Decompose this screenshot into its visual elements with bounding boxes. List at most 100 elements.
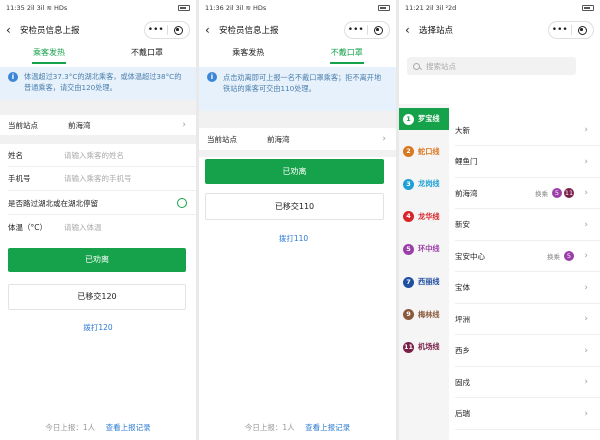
chevron-right-icon: › <box>584 188 588 198</box>
tab-bar: 乘客发热 不戴口罩 <box>0 44 196 64</box>
station-row[interactable]: 宝安中心 换乘 5 › <box>449 244 600 268</box>
back-chevron-icon[interactable]: ‹ <box>0 23 20 37</box>
line-name: 罗宝线 <box>418 114 440 123</box>
row-divider <box>8 214 196 215</box>
view-records-link[interactable]: 查看上报记录 <box>106 423 151 432</box>
chevron-right-icon: › <box>584 408 588 419</box>
line-item[interactable]: 3 龙岗线 <box>399 173 449 195</box>
station-row[interactable]: 鲤鱼门 › <box>449 150 600 174</box>
view-records-link[interactable]: 查看上报记录 <box>305 423 350 432</box>
chevron-right-icon: › <box>584 156 588 167</box>
transfer-info: 换乘 5 11 <box>535 188 574 198</box>
line-name: 龙华线 <box>418 211 440 221</box>
station-row[interactable]: 前海湾 换乘 5 11 › <box>449 181 600 205</box>
station-row[interactable]: 坪洲 › <box>449 307 600 331</box>
station-row[interactable]: 固戍 › <box>449 370 600 394</box>
close-capsule-icon[interactable] <box>572 25 594 35</box>
transfer-line-badge: 5 <box>552 188 562 198</box>
chevron-right-icon: › <box>584 125 588 135</box>
status-time: 11:35 <box>6 4 25 12</box>
report-footer: 今日上报：1人 查看上报记录 <box>0 422 196 433</box>
row-divider <box>455 176 600 178</box>
name-input[interactable]: 请输入乘客的姓名 <box>64 150 124 161</box>
station-name: 宝体 <box>455 283 470 292</box>
battery-icon <box>178 5 190 11</box>
transfer-line-badge: 11 <box>564 188 574 198</box>
hubei-label: 是否路过湖北或在湖北停留 <box>8 198 98 208</box>
nav-bar: ‹ 安检员信息上报 ••• <box>0 17 196 43</box>
line-item[interactable]: 7 西丽线 <box>399 271 449 293</box>
more-dots-icon[interactable]: ••• <box>345 25 367 35</box>
temperature-label: 体温（°C） <box>8 222 47 232</box>
call-120-link[interactable]: 拨打120 <box>0 322 196 333</box>
station-row[interactable]: 后瑞 › <box>449 402 600 426</box>
transfer-label: 换乘 <box>547 253 560 261</box>
line-number-badge: 1 <box>403 113 414 125</box>
more-dots-icon[interactable]: ••• <box>145 25 167 35</box>
back-chevron-icon[interactable]: ‹ <box>199 23 219 37</box>
leave-button[interactable]: 已劝离 <box>8 248 186 272</box>
line-name: 龙岗线 <box>418 179 440 189</box>
station-row[interactable]: 新安 › <box>449 213 600 237</box>
report-footer: 今日上报：1人 查看上报记录 <box>199 422 396 433</box>
more-dots-icon[interactable]: ••• <box>549 25 571 35</box>
hubei-row[interactable]: 是否路过湖北或在湖北停留 <box>0 193 196 213</box>
station-name: 后瑞 <box>455 409 470 418</box>
close-capsule-icon[interactable] <box>168 25 190 35</box>
station-row[interactable]: 大新 › <box>449 118 600 142</box>
row-divider <box>455 334 600 335</box>
station-name: 鲤鱼门 <box>455 157 478 166</box>
back-chevron-icon[interactable]: ‹ <box>399 23 419 37</box>
transfer-110-button[interactable]: 已移交110 <box>205 193 384 220</box>
line-item[interactable]: 1 罗宝线 <box>399 108 449 130</box>
status-bar: 11:21 2il 3il ²2d <box>399 0 600 16</box>
line-item[interactable]: 5 环中线 <box>399 238 449 260</box>
row-divider <box>455 302 600 304</box>
status-time: 11:36 <box>205 4 224 12</box>
nav-bar: ‹ 选择站点 ••• <box>399 17 600 43</box>
line-item[interactable]: 4 龙华线 <box>399 206 449 228</box>
battery-icon <box>378 5 390 11</box>
screen-no-mask-report: 11:36 2il 3il ≋ HDs ‹ 安检员信息上报 ••• 乘客发热 不… <box>199 0 396 440</box>
status-time: 11:21 <box>405 4 424 12</box>
search-input[interactable]: 搜索站点 <box>407 57 576 75</box>
notice-text: 体温超过37.3°C的湖北乘客，或体温超过38°C的普通乘客，请交由120处理。 <box>24 72 182 92</box>
station-row[interactable]: 宝体 › <box>449 276 600 300</box>
station-list: 大新 › 鲤鱼门 › 前海湾 换乘 5 11 › 新安 › 宝安中心 换乘 5 › 宝体 › 坪洲 › 西乡 › 固戍 › 后… <box>449 104 600 440</box>
line-item[interactable]: 11 机场线 <box>399 336 449 358</box>
screen-fever-report: 11:35 2il 3il ≋ HDs ‹ 安检员信息上报 ••• 乘客发热 不… <box>0 0 196 440</box>
close-capsule-icon[interactable] <box>368 25 390 35</box>
tab-fever[interactable]: 乘客发热 <box>199 44 298 64</box>
call-110-link[interactable]: 拨打110 <box>199 233 396 244</box>
station-value: 前海湾 <box>267 134 290 144</box>
hubei-radio[interactable] <box>177 198 187 208</box>
line-number-badge: 7 <box>403 276 414 288</box>
name-field[interactable]: 姓名 请输入乘客的姓名 <box>0 145 196 165</box>
page-title: 选择站点 <box>419 26 454 36</box>
tab-fever[interactable]: 乘客发热 <box>0 44 98 64</box>
row-divider <box>8 166 196 167</box>
page-title: 安检员信息上报 <box>219 26 279 36</box>
transfer-120-button[interactable]: 已移交120 <box>8 284 186 310</box>
station-row[interactable]: 当前站点 前海湾 › <box>199 129 396 149</box>
line-name: 蛇口线 <box>418 146 440 156</box>
line-number-badge: 9 <box>403 309 414 321</box>
station-value: 前海湾 <box>68 120 91 130</box>
status-network: 2il 3il ²2d <box>425 4 457 12</box>
temperature-field[interactable]: 体温（°C） 请输入体温 <box>0 217 196 237</box>
temperature-input[interactable]: 请输入体温 <box>64 222 102 233</box>
tab-no-mask[interactable]: 不戴口罩 <box>298 44 397 64</box>
phone-input[interactable]: 请输入乘客的手机号 <box>64 173 132 184</box>
section-gap <box>0 135 196 144</box>
station-row[interactable]: 当前站点 前海湾 › <box>0 115 196 135</box>
info-icon: i <box>207 72 217 82</box>
line-item[interactable]: 9 梅林线 <box>399 304 449 326</box>
tab-no-mask[interactable]: 不戴口罩 <box>98 44 196 64</box>
leave-button[interactable]: 已劝离 <box>205 159 384 184</box>
station-name: 西乡 <box>455 346 470 355</box>
station-row[interactable]: 西乡 › <box>449 339 600 363</box>
phone-field[interactable]: 手机号 请输入乘客的手机号 <box>0 168 196 188</box>
station-name: 新安 <box>455 220 470 229</box>
line-item[interactable]: 2 蛇口线 <box>399 141 449 163</box>
row-divider <box>455 365 600 367</box>
